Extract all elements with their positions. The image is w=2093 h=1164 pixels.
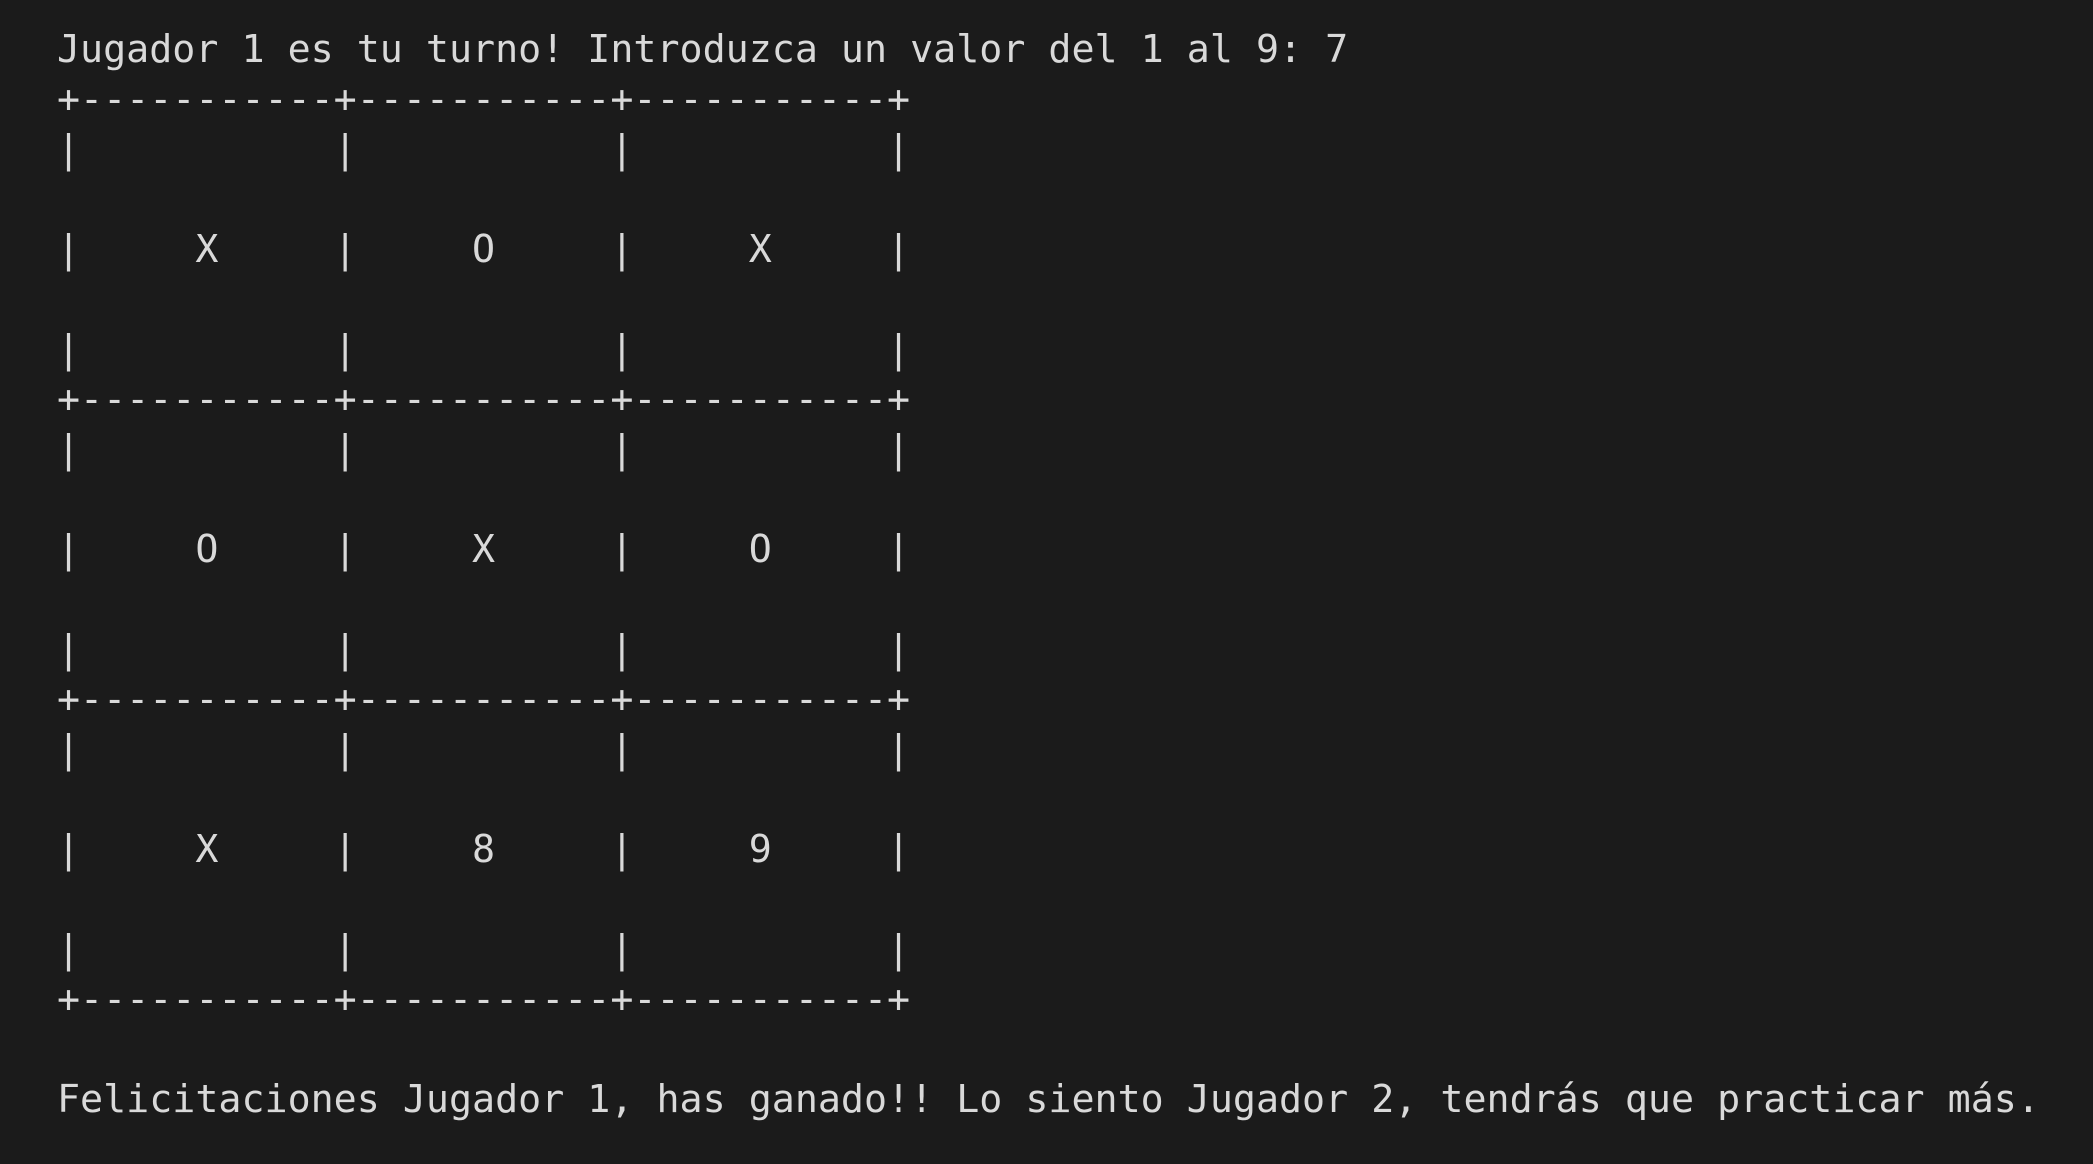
board-spacer: | | | |: [57, 427, 911, 472]
board-spacer: | | | |: [57, 627, 911, 672]
board-row-2: | O | X | O |: [57, 527, 911, 572]
board-row-3: | X | 8 | 9 |: [57, 827, 911, 872]
board-border-middle: +-----------+-----------+-----------+: [57, 377, 911, 422]
prompt-line: Jugador 1 es tu turno! Introduzca un val…: [57, 27, 1349, 72]
board-border-middle: +-----------+-----------+-----------+: [57, 677, 911, 722]
board-border-top: +-----------+-----------+-----------+: [57, 77, 911, 122]
board-spacer: | | | |: [57, 727, 911, 772]
board-spacer: | | | |: [57, 927, 911, 972]
terminal-window: Jugador 1 es tu turno! Introduzca un val…: [0, 0, 2093, 1164]
board-row-1: | X | O | X |: [57, 227, 911, 272]
board-border-bottom: +-----------+-----------+-----------+: [57, 977, 911, 1022]
result-line: Felicitaciones Jugador 1, has ganado!! L…: [57, 1077, 2040, 1122]
board-spacer: | | | |: [57, 327, 911, 372]
board-spacer: | | | |: [57, 127, 911, 172]
